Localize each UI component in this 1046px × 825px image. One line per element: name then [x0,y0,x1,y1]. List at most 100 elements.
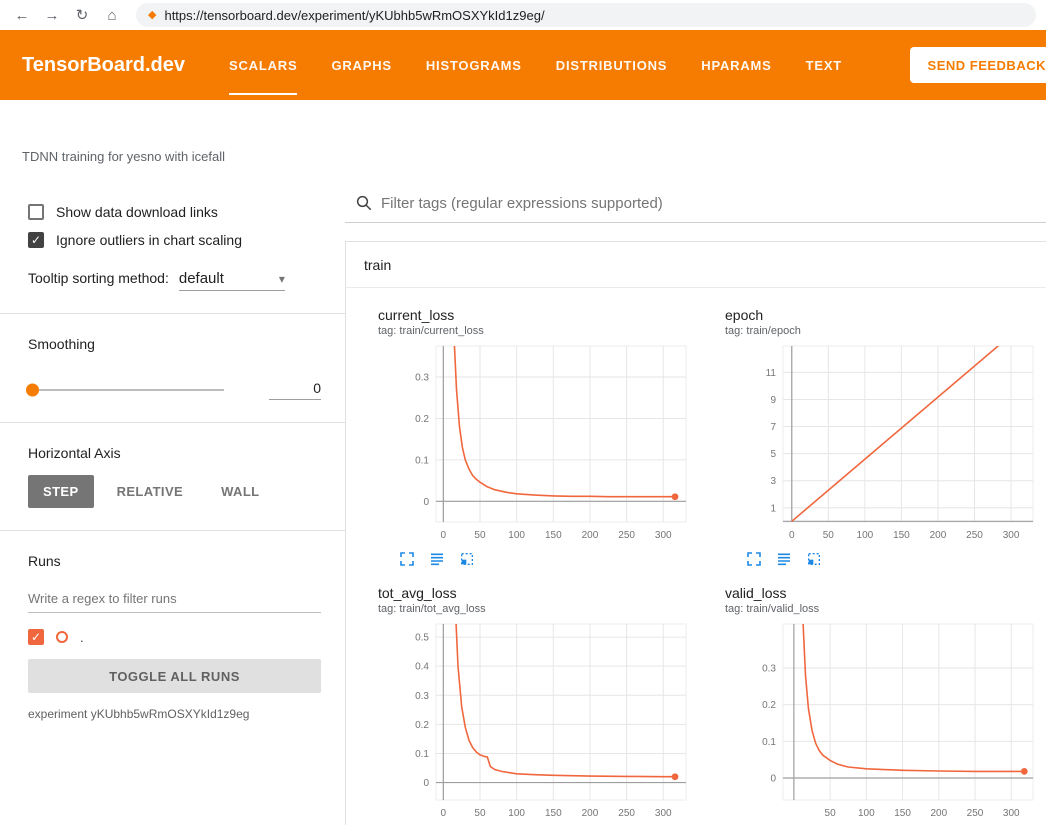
svg-text:150: 150 [894,808,911,819]
expand-chart-icon[interactable] [745,550,763,568]
svg-text:0.3: 0.3 [415,691,429,702]
svg-text:0.1: 0.1 [415,749,429,760]
svg-text:100: 100 [508,808,525,819]
chevron-down-icon: ▾ [279,272,285,286]
line-chart-epoch[interactable]: 0501001502002503001357911 [739,340,1043,548]
ignore-outliers-checkbox[interactable]: ✓ Ignore outliers in chart scaling [28,232,321,248]
svg-text:200: 200 [582,808,599,819]
svg-text:0: 0 [441,808,447,819]
tooltip-sorting-label: Tooltip sorting method: [28,270,169,286]
tooltip-sorting-select[interactable]: default ▾ [179,270,285,291]
runs-filter-input[interactable] [28,587,321,613]
forward-icon[interactable]: → [40,3,64,27]
chart-tag: tag: train/tot_avg_loss [378,602,699,616]
show-download-links-label: Show data download links [56,204,218,220]
svg-text:50: 50 [474,808,486,819]
svg-text:100: 100 [508,530,525,541]
settings-sidebar: Show data download links ✓ Ignore outlie… [0,180,345,825]
run-checkbox-icon[interactable]: ✓ [28,629,44,645]
axis-relative-button[interactable]: RELATIVE [102,475,199,508]
line-chart-current-loss[interactable]: 05010015020025030000.10.20.3 [392,340,696,548]
train-section-header[interactable]: train [346,242,1046,288]
show-download-links-checkbox[interactable]: Show data download links [28,204,321,220]
svg-text:150: 150 [545,530,562,541]
run-name: . [80,630,84,645]
tensorboard-logo[interactable]: TensorBoard.dev [22,54,185,77]
tab-scalars[interactable]: SCALARS [229,30,297,100]
chart-title: epoch [725,306,1046,324]
data-series-icon[interactable] [775,550,793,568]
chart-card-tot-avg-loss: tot_avg_loss tag: train/tot_avg_loss 0 50… [352,572,699,825]
svg-text:150: 150 [893,530,910,541]
axis-wall-button[interactable]: WALL [206,475,274,508]
svg-text:300: 300 [1003,808,1020,819]
checkbox-checked-icon[interactable]: ✓ [28,232,44,248]
divider [0,422,345,423]
tag-filter-row [345,180,1046,223]
browser-window: ← → ↻ ⌂ ◆ https://tensorboard.dev/experi… [0,0,1046,825]
svg-text:1: 1 [770,503,776,514]
tooltip-sorting-value: default [179,270,224,287]
reload-icon[interactable]: ↻ [70,3,94,27]
fit-domain-icon[interactable] [805,550,823,568]
svg-text:0.3: 0.3 [415,373,429,384]
svg-text:250: 250 [618,530,635,541]
address-bar[interactable]: ◆ https://tensorboard.dev/experiment/yKU… [136,3,1036,27]
train-section-label: train [364,257,391,273]
divider [0,313,345,314]
fit-domain-icon[interactable] [458,550,476,568]
tab-histograms[interactable]: HISTOGRAMS [426,30,522,100]
chart-toolbar [745,550,1046,568]
svg-text:300: 300 [1003,530,1020,541]
tab-distributions[interactable]: DISTRIBUTIONS [556,30,668,100]
back-icon[interactable]: ← [10,3,34,27]
svg-text:0.4: 0.4 [415,662,429,673]
toggle-all-runs-button[interactable]: TOGGLE ALL RUNS [28,659,321,693]
url-text[interactable]: https://tensorboard.dev/experiment/yKUbh… [164,8,544,23]
chart-card-current-loss: current_loss tag: train/current_loss 050… [352,294,699,572]
smoothing-slider-thumb[interactable] [26,384,39,397]
charts-grid: current_loss tag: train/current_loss 050… [346,288,1046,825]
run-row[interactable]: ✓ . [28,629,321,645]
svg-text:0: 0 [770,774,776,785]
axis-step-button[interactable]: STEP [28,475,94,508]
svg-text:100: 100 [857,530,874,541]
svg-text:300: 300 [655,808,672,819]
svg-text:0.2: 0.2 [415,720,429,731]
chart-card-epoch: epoch tag: train/epoch 05010015020025030… [699,294,1046,572]
browser-toolbar: ← → ↻ ⌂ ◆ https://tensorboard.dev/experi… [0,0,1046,30]
chart-title: valid_loss [725,584,1046,602]
home-icon[interactable]: ⌂ [100,3,124,27]
divider [0,530,345,531]
tab-graphs[interactable]: GRAPHS [331,30,391,100]
line-chart-valid-loss[interactable]: 5010015020025030000.10.20.3 [739,618,1043,825]
svg-text:250: 250 [618,808,635,819]
smoothing-value[interactable]: 0 [269,380,321,400]
chart-tag: tag: train/valid_loss [725,602,1046,616]
chart-title: tot_avg_loss [378,584,699,602]
tooltip-sorting-row: Tooltip sorting method: default ▾ [28,270,321,291]
tab-text[interactable]: TEXT [806,30,842,100]
data-series-icon[interactable] [428,550,446,568]
smoothing-control: 0 [28,380,321,400]
svg-text:0.3: 0.3 [762,664,776,675]
app-header: TensorBoard.dev SCALARS GRAPHS HISTOGRAM… [0,30,1046,100]
main-nav: SCALARS GRAPHS HISTOGRAMS DISTRIBUTIONS … [229,30,842,100]
svg-text:0: 0 [441,530,447,541]
svg-text:50: 50 [474,530,486,541]
svg-text:200: 200 [582,530,599,541]
line-chart-tot-avg-loss[interactable]: 05010015020025030000.10.20.30.40.5 [392,618,696,825]
smoothing-slider[interactable] [28,389,224,391]
experiment-title: TDNN training for yesno with icefall [22,149,225,164]
tab-hparams[interactable]: HPARAMS [701,30,771,100]
svg-text:0.2: 0.2 [415,414,429,425]
checkbox-unchecked-icon[interactable] [28,204,44,220]
svg-text:0.5: 0.5 [415,633,429,644]
tag-filter-input[interactable] [381,195,1046,212]
svg-text:200: 200 [930,808,947,819]
svg-text:0: 0 [423,778,429,789]
send-feedback-button[interactable]: SEND FEEDBACK [910,47,1046,83]
expand-chart-icon[interactable] [398,550,416,568]
svg-text:0: 0 [789,530,795,541]
train-section-card: train current_loss tag: train/current_lo… [345,241,1046,825]
